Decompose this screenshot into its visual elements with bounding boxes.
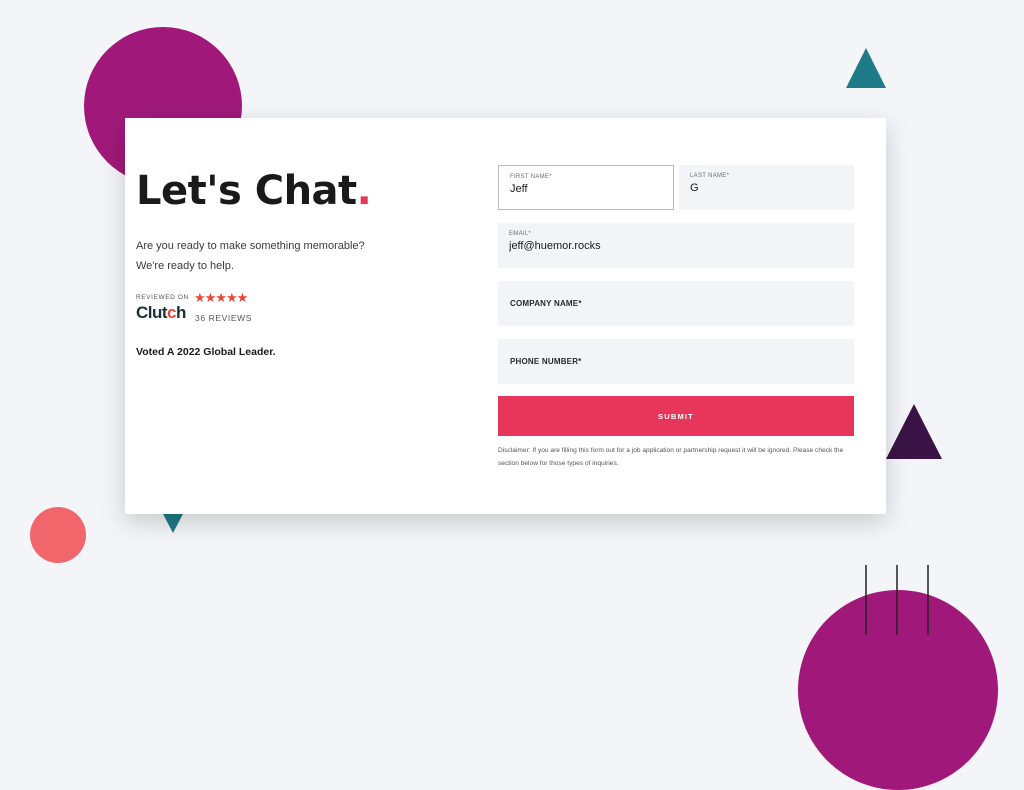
phone-number-placeholder: PHONE NUMBER* — [510, 357, 582, 366]
clutch-logo-start: Clut — [136, 303, 168, 322]
clutch-logo-end: h — [176, 303, 186, 322]
last-name-label: LAST NAME* — [690, 173, 730, 179]
email-input[interactable] — [509, 240, 729, 252]
teal-triangle-decoration — [846, 48, 886, 88]
email-field[interactable]: EMAIL* — [498, 223, 854, 268]
clutch-badge[interactable]: REVIEWED ON Clutch ★★★★★ 36 REVIEWS — [136, 290, 376, 328]
page-title: Let's Chat. — [136, 168, 372, 214]
dark-triangle-decoration — [886, 404, 942, 459]
voted-leader-text: Voted A 2022 Global Leader. — [136, 346, 276, 358]
teal-small-triangle-decoration — [162, 512, 184, 533]
disclaimer-text: Disclaimer: If you are filling this form… — [498, 447, 844, 467]
company-name-field[interactable]: COMPANY NAME* — [498, 281, 854, 326]
intro-text: Are you ready to make something memorabl… — [136, 236, 365, 276]
email-label: EMAIL* — [509, 231, 532, 237]
clutch-logo-accent: c — [167, 303, 177, 322]
last-name-input[interactable] — [690, 182, 910, 194]
reviews-count: 36 REVIEWS — [195, 313, 253, 323]
vertical-lines-decoration — [865, 565, 929, 635]
intro-line-1: Are you ready to make something memorabl… — [136, 240, 365, 252]
last-name-field[interactable]: LAST NAME* — [679, 165, 910, 210]
star-rating-icon: ★★★★★ — [194, 290, 248, 305]
title-text: Let's Chat — [136, 168, 357, 214]
phone-number-field[interactable]: PHONE NUMBER* — [498, 339, 854, 384]
first-name-label: FIRST NAME* — [510, 174, 552, 180]
reviewed-on-label: REVIEWED ON — [136, 294, 189, 301]
first-name-field[interactable]: FIRST NAME* — [498, 165, 730, 210]
title-dot: . — [356, 168, 372, 214]
clutch-logo: Clutch — [136, 303, 186, 323]
company-name-placeholder: COMPANY NAME* — [510, 299, 582, 308]
coral-circle-decoration — [30, 507, 86, 563]
submit-button[interactable]: SUBMIT — [498, 396, 854, 436]
intro-line-2: We're ready to help. — [136, 260, 234, 272]
contact-card: Let's Chat. Are you ready to make someth… — [125, 118, 910, 514]
